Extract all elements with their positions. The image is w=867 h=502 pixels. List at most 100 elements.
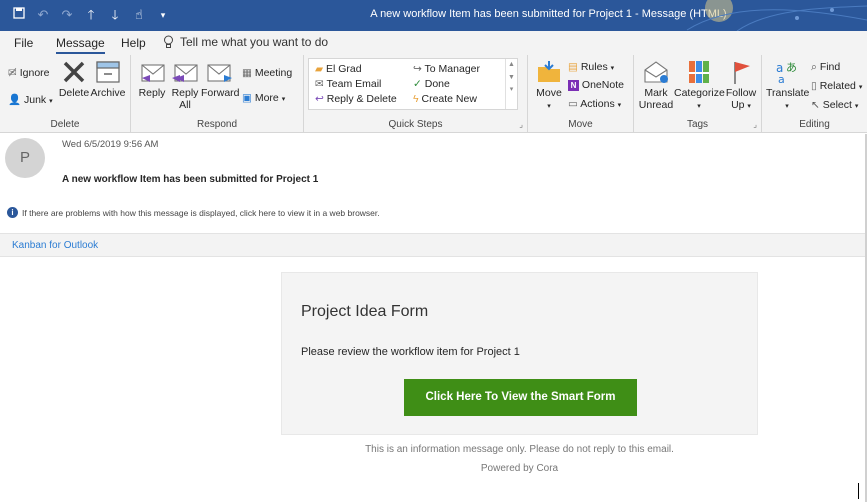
mark-label-2: Unread bbox=[638, 99, 674, 111]
meeting-label: Meeting bbox=[254, 67, 293, 79]
svg-text:a: a bbox=[778, 73, 785, 85]
envelope-open-icon bbox=[644, 61, 668, 83]
checkmark-icon: ✓ bbox=[413, 78, 422, 90]
group-quick-steps-label: Quick Steps bbox=[388, 119, 443, 130]
quick-step-reply-delete[interactable]: ↩ Reply & Delete bbox=[315, 93, 397, 105]
related-label: Related bbox=[819, 80, 856, 92]
actions-button[interactable]: ▭ Actions ▾ bbox=[568, 98, 621, 110]
find-button[interactable]: ⌕ Find bbox=[811, 61, 840, 74]
cursor-icon: ↖ bbox=[811, 99, 820, 111]
message-header: P Wed 6/5/2019 9:56 AM A new workflow It… bbox=[0, 134, 867, 230]
chevron-down-icon: ▾ bbox=[697, 103, 701, 110]
follow-label-2: Up bbox=[731, 99, 745, 111]
find-label: Find bbox=[819, 61, 841, 73]
menu-bar: File Message Help Tell me what you want … bbox=[0, 31, 867, 55]
quick-steps-gallery: ▰ El Grad ↪ To Manager ✉ Team Email ✓ Do… bbox=[308, 58, 518, 110]
flag-icon bbox=[734, 62, 750, 84]
expand-gallery-icon[interactable]: ▾ bbox=[506, 85, 517, 93]
tab-message[interactable]: Message bbox=[56, 36, 105, 54]
group-delete-label: Delete bbox=[50, 119, 80, 130]
search-icon: ⌕ bbox=[811, 61, 817, 73]
group-tags-label: Tags bbox=[686, 119, 709, 130]
folder-icon: ▰ bbox=[315, 63, 324, 75]
chevron-down-icon: ▾ bbox=[547, 103, 551, 110]
forward-mail-icon: ↪ bbox=[413, 63, 422, 75]
chevron-up-icon[interactable]: ▲ bbox=[506, 61, 517, 68]
reply-delete-icon: ↩ bbox=[315, 93, 324, 105]
lightning-icon: ϟ bbox=[413, 93, 419, 105]
onenote-icon: N bbox=[568, 80, 579, 91]
reply-all-icon bbox=[172, 64, 198, 82]
reply-button[interactable]: Reply bbox=[137, 59, 167, 99]
archive-icon bbox=[96, 61, 120, 83]
view-smart-form-button[interactable]: Click Here To View the Smart Form bbox=[404, 379, 637, 416]
quick-step-el-grad[interactable]: ▰ El Grad bbox=[315, 63, 362, 75]
actions-label: Actions bbox=[580, 98, 615, 110]
chevron-down-icon: ▾ bbox=[617, 102, 622, 109]
ignore-icon: ✉̸ bbox=[8, 67, 17, 79]
quick-step-label: Reply & Delete bbox=[326, 93, 397, 105]
ribbon: ✉̸ Ignore 👤 Junk ▾ Delete Archive Delete… bbox=[0, 55, 867, 133]
group-editing-label: Editing bbox=[799, 119, 830, 130]
chevron-down-icon: ▾ bbox=[785, 103, 789, 110]
junk-label: Junk bbox=[24, 94, 47, 106]
tab-file[interactable]: File bbox=[14, 36, 33, 50]
forward-button[interactable]: Forward bbox=[201, 59, 240, 99]
form-text: Please review the workflow item for Proj… bbox=[301, 346, 520, 358]
quick-step-label: El Grad bbox=[326, 63, 362, 75]
reply-all-label-1: Reply bbox=[171, 87, 199, 99]
archive-button[interactable]: Archive bbox=[90, 59, 126, 99]
tab-help[interactable]: Help bbox=[121, 36, 146, 50]
powered-by: Powered by Cora bbox=[480, 463, 559, 474]
group-tags: Mark Unread Categorize ▾ Follow Up ▾ ⌟ T… bbox=[634, 55, 762, 133]
junk-button[interactable]: 👤 Junk ▾ bbox=[8, 93, 53, 106]
quick-steps-scrollbar[interactable]: ▲ ▼ ▾ bbox=[505, 59, 517, 109]
lightbulb-icon bbox=[164, 35, 173, 48]
follow-up-button[interactable]: Follow Up ▾ bbox=[724, 59, 758, 113]
rules-button[interactable]: ▤ Rules ▾ bbox=[568, 61, 614, 73]
forward-label: Forward bbox=[201, 87, 240, 99]
display-problem-notice[interactable]: i If there are problems with how this me… bbox=[7, 207, 380, 218]
message-subject: A new workflow Item has been submitted f… bbox=[62, 174, 319, 185]
svg-text:あ: あ bbox=[786, 61, 797, 74]
move-button[interactable]: Move ▾ bbox=[532, 59, 566, 113]
quick-step-label: Team Email bbox=[326, 78, 382, 90]
mark-unread-button[interactable]: Mark Unread bbox=[638, 59, 674, 111]
form-card: Project Idea Form Please review the work… bbox=[281, 272, 758, 435]
quick-step-team-email[interactable]: ✉ Team Email bbox=[315, 78, 381, 90]
meeting-button[interactable]: ▦ Meeting bbox=[242, 67, 292, 79]
onenote-button[interactable]: N OneNote bbox=[568, 79, 624, 91]
group-respond-label: Respond bbox=[196, 119, 238, 130]
avatar[interactable]: P bbox=[5, 138, 45, 178]
form-title: Project Idea Form bbox=[301, 303, 429, 320]
group-editing: aあa Translate ▾ ⌕ Find ▯ Related ▾ ↖ Sel… bbox=[762, 55, 867, 133]
reply-all-button[interactable]: Reply All bbox=[169, 59, 201, 111]
delete-button[interactable]: Delete bbox=[58, 59, 90, 99]
quick-step-done[interactable]: ✓ Done bbox=[413, 78, 450, 90]
translate-label: Translate bbox=[766, 87, 810, 99]
actions-icon: ▭ bbox=[568, 98, 578, 110]
ignore-button[interactable]: ✉̸ Ignore bbox=[8, 67, 50, 79]
info-icon: i bbox=[7, 207, 18, 218]
more-label: More bbox=[254, 92, 279, 104]
group-move: Move ▾ ▤ Rules ▾ N OneNote ▭ Actions ▾ M… bbox=[528, 55, 634, 133]
kanban-addin-link[interactable]: Kanban for Outlook bbox=[12, 240, 98, 251]
select-label: Select bbox=[822, 99, 852, 111]
quick-step-label: Done bbox=[424, 78, 450, 90]
delete-label: Delete bbox=[58, 87, 90, 99]
group-respond: Reply Reply All Forward ▦ Meeting ▣ More… bbox=[131, 55, 304, 133]
tell-me-box[interactable]: Tell me what you want to do bbox=[163, 35, 328, 49]
translate-button[interactable]: aあa Translate ▾ bbox=[766, 59, 810, 113]
chevron-down-icon[interactable]: ▼ bbox=[506, 74, 517, 81]
move-folder-icon bbox=[538, 61, 560, 82]
chevron-down-icon: ▾ bbox=[49, 98, 53, 105]
more-respond-button[interactable]: ▣ More ▾ bbox=[242, 92, 285, 104]
related-button[interactable]: ▯ Related ▾ bbox=[811, 80, 862, 92]
categorize-button[interactable]: Categorize ▾ bbox=[674, 59, 725, 113]
quick-step-label: To Manager bbox=[424, 63, 480, 75]
quick-step-to-manager[interactable]: ↪ To Manager bbox=[413, 63, 480, 75]
quick-step-create-new[interactable]: ϟ Create New bbox=[413, 93, 477, 105]
rules-icon: ▤ bbox=[568, 61, 578, 73]
select-button[interactable]: ↖ Select ▾ bbox=[811, 99, 858, 111]
chevron-down-icon: ▾ bbox=[747, 103, 751, 110]
